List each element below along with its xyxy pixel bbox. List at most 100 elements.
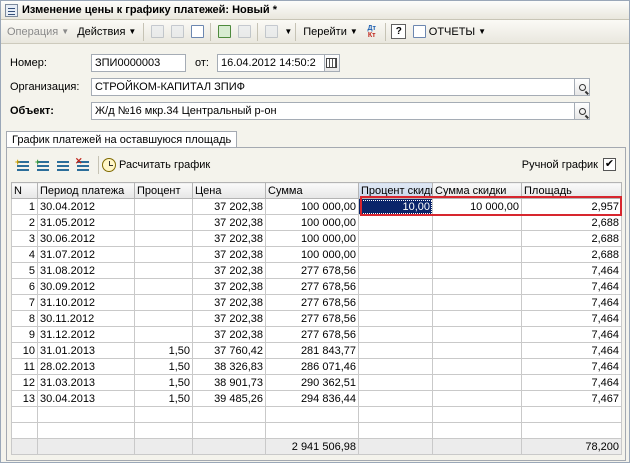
add-button[interactable] [148,23,166,41]
table-cell[interactable]: 28.02.2013 [37,358,135,375]
table-cell[interactable]: 10 000,00 [432,198,522,215]
table-cell[interactable] [358,310,433,327]
table-cell[interactable]: 37 760,42 [192,342,266,359]
table-cell[interactable]: 3 [11,230,38,247]
table-cell[interactable] [358,214,433,231]
add-row-button[interactable]: + [15,157,31,173]
table-row[interactable]: 7 31.10.2012 37 202,38 277 678,56 7,464 [11,294,622,311]
table-cell[interactable]: 37 202,38 [192,278,266,295]
table-cell[interactable]: 1,50 [134,374,193,391]
table-cell[interactable]: 7,467 [521,390,622,407]
table-cell[interactable] [358,358,433,375]
table-cell[interactable]: 38 326,83 [192,358,266,375]
table-cell[interactable]: 31.07.2012 [37,246,135,263]
table-cell[interactable]: 100 000,00 [265,198,359,215]
goto-menu[interactable]: Перейти ▼ [299,22,362,42]
column-header-percent[interactable]: Процент [134,182,193,199]
table-cell[interactable] [358,326,433,343]
table-cell[interactable]: 1,50 [134,342,193,359]
table-cell[interactable]: 7,464 [521,262,622,279]
table-cell[interactable] [134,262,193,279]
table-row[interactable]: 11 28.02.2013 1,50 38 326,83 286 071,46 7,464 [11,358,622,375]
column-header-discount-sum[interactable]: Сумма скидки [432,182,522,199]
table-cell[interactable]: 9 [11,326,38,343]
table-cell[interactable] [358,230,433,247]
table-row[interactable]: 2 31.05.2012 37 202,38 100 000,00 2,688 [11,214,622,231]
table-cell[interactable] [134,310,193,327]
table-cell[interactable] [432,246,522,263]
table-cell[interactable] [358,278,433,295]
dt-kt-button[interactable]: Дт Кт [363,23,381,41]
table-cell[interactable]: 294 836,44 [265,390,359,407]
table-cell[interactable] [432,374,522,391]
manual-schedule-checkbox[interactable]: ✔ [603,158,616,171]
calculate-schedule-button[interactable]: Расчитать график [102,158,210,172]
table-cell[interactable]: 2,688 [521,214,622,231]
table-cell[interactable]: 1 [11,198,38,215]
table-cell[interactable]: 7,464 [521,278,622,295]
object-field[interactable]: Ж/д №16 мкр.34 Центральный р-он [91,102,575,120]
table-cell[interactable]: 31.05.2012 [37,214,135,231]
table-row[interactable]: 8 30.11.2012 37 202,38 277 678,56 7,464 [11,310,622,327]
table-cell[interactable]: 11 [11,358,38,375]
table-cell[interactable]: 30.09.2012 [37,278,135,295]
column-header-period[interactable]: Период платежа [37,182,135,199]
table-row[interactable]: 13 30.04.2013 1,50 39 485,26 294 836,44 7,467 [11,390,622,407]
table-cell[interactable]: 1,50 [134,390,193,407]
table-cell[interactable]: 37 202,38 [192,310,266,327]
table-cell[interactable]: 100 000,00 [265,214,359,231]
table-cell[interactable]: 31.10.2012 [37,294,135,311]
object-select-button[interactable] [575,102,590,120]
table-cell[interactable]: 7,464 [521,342,622,359]
table-cell[interactable]: 37 202,38 [192,198,266,215]
table-cell[interactable] [432,278,522,295]
table-cell[interactable]: 39 485,26 [192,390,266,407]
table-cell[interactable]: 38 901,73 [192,374,266,391]
table-cell[interactable]: 290 362,51 [265,374,359,391]
table-cell[interactable]: 37 202,38 [192,246,266,263]
table-cell[interactable] [432,342,522,359]
calendar-button[interactable] [324,54,340,72]
table-cell[interactable] [358,374,433,391]
table-cell[interactable]: 30.04.2013 [37,390,135,407]
table-cell[interactable]: 6 [11,278,38,295]
table-cell[interactable] [432,390,522,407]
table-cell[interactable] [134,230,193,247]
table-row[interactable]: 10 31.01.2013 1,50 37 760,42 281 843,77 7,464 [11,342,622,359]
table-cell[interactable] [432,310,522,327]
organization-select-button[interactable] [575,78,590,96]
number-field[interactable]: ЗПИ0000003 [91,54,186,72]
table-cell[interactable] [134,214,193,231]
table-cell[interactable]: 7,464 [521,358,622,375]
table-cell[interactable]: 37 202,38 [192,262,266,279]
table-cell[interactable]: 7,464 [521,374,622,391]
table-row[interactable]: 3 30.06.2012 37 202,38 100 000,00 2,688 [11,230,622,247]
operation-menu[interactable]: Операция ▼ [3,22,73,42]
table-cell[interactable]: 12 [11,374,38,391]
table-row[interactable]: 1 30.04.2012 37 202,38 100 000,00 10,00 10 00… [11,198,622,215]
chevron-down-icon[interactable]: ▼ [284,27,292,36]
table-cell[interactable] [358,342,433,359]
table-cell[interactable]: 277 678,56 [265,262,359,279]
table-cell[interactable] [134,278,193,295]
table-row[interactable]: 9 31.12.2012 37 202,38 277 678,56 7,464 [11,326,622,343]
table-cell[interactable] [432,294,522,311]
table-cell[interactable] [432,326,522,343]
table-cell[interactable] [358,246,433,263]
table-cell[interactable]: 30.11.2012 [37,310,135,327]
actions-menu[interactable]: Действия ▼ [73,22,140,42]
table-cell[interactable]: 100 000,00 [265,246,359,263]
table-cell[interactable]: 10,00 [358,198,433,215]
table-cell[interactable]: 277 678,56 [265,294,359,311]
refresh-button[interactable] [188,23,206,41]
column-header-price[interactable]: Цена [192,182,266,199]
table-cell[interactable]: 2,688 [521,246,622,263]
column-header-discount-percent[interactable]: Процент скидки [358,182,433,199]
table-cell[interactable]: 1,50 [134,358,193,375]
table-cell[interactable] [432,230,522,247]
column-header-n[interactable]: N [11,182,38,199]
table-cell[interactable]: 37 202,38 [192,214,266,231]
structure-button[interactable] [262,23,280,41]
table-cell[interactable]: 31.08.2012 [37,262,135,279]
column-header-sum[interactable]: Сумма [265,182,359,199]
